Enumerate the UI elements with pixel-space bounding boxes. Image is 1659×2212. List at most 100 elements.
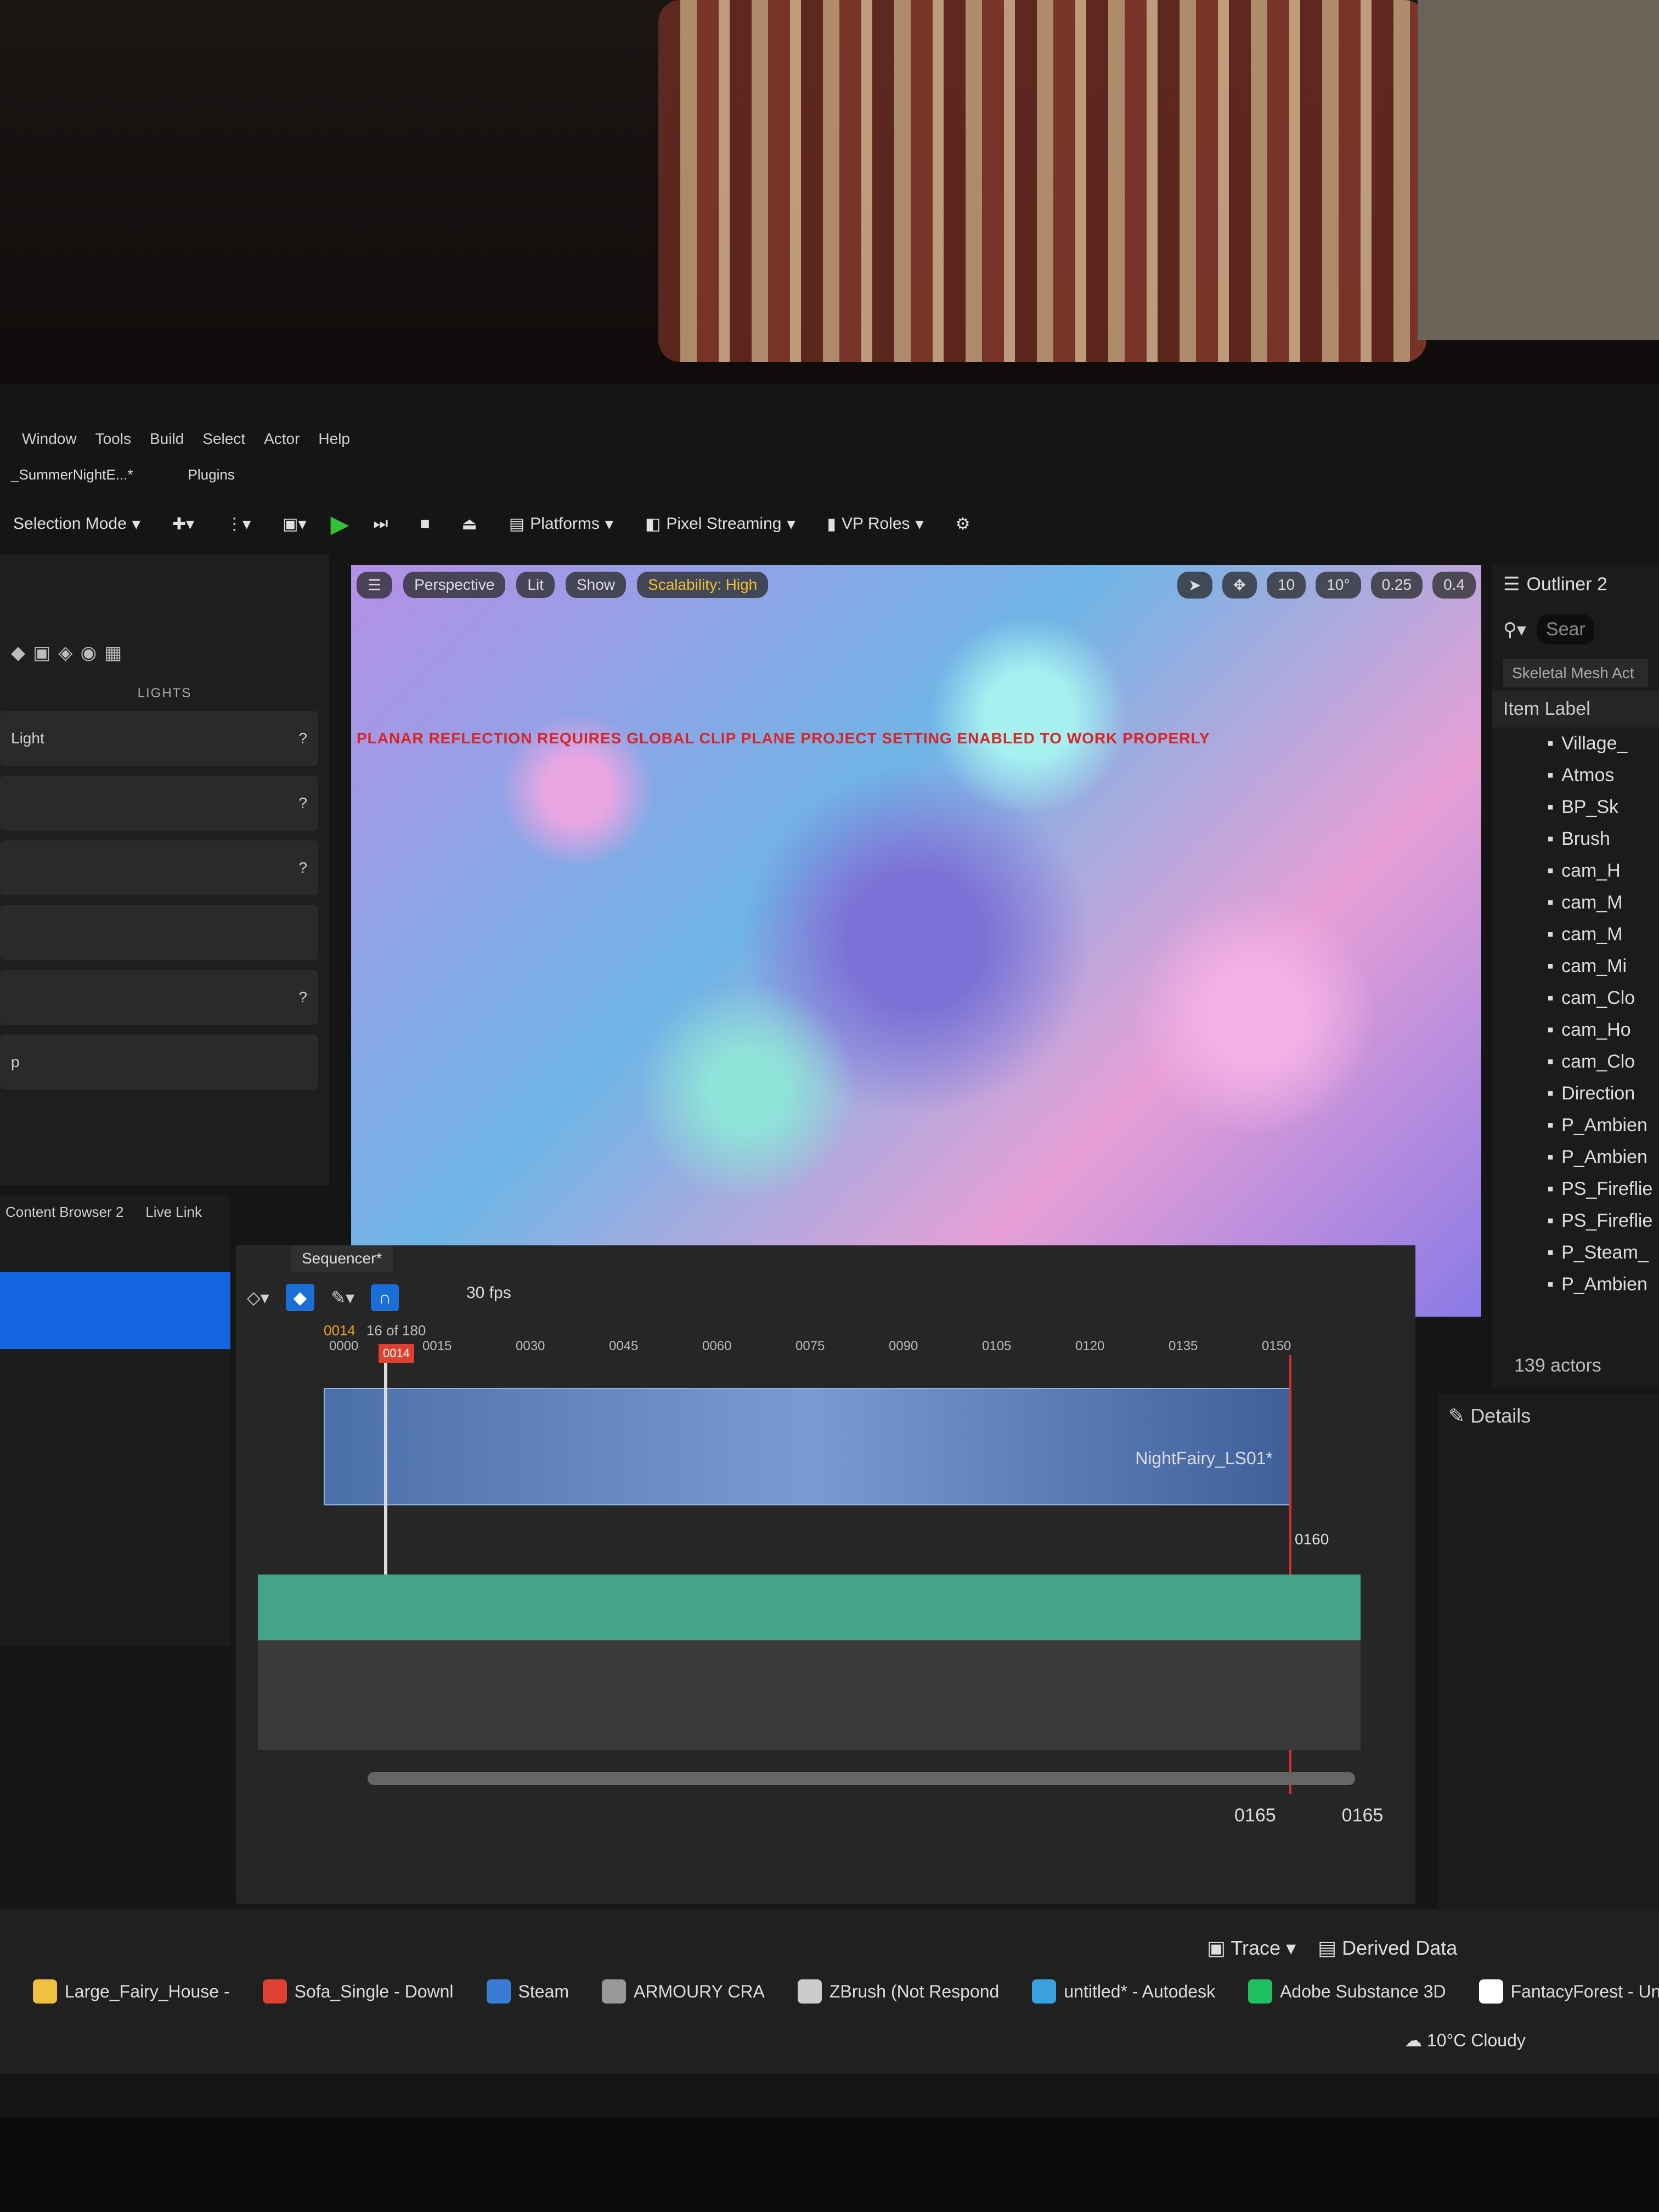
pixel-streaming-button[interactable]: ◧ Pixel Streaming ▾ xyxy=(637,510,803,538)
tab-row: _SummerNightE...* Plugins xyxy=(0,458,1659,491)
camera-speed[interactable]: 0.4 xyxy=(1432,571,1476,599)
trace-button[interactable]: ▣ Trace ▾ xyxy=(1207,1937,1296,1960)
help-icon[interactable]: ? xyxy=(298,859,307,877)
show-button[interactable]: Show xyxy=(565,572,627,598)
outliner-item[interactable]: ▪ cam_Clo xyxy=(1492,982,1659,1014)
outliner-item[interactable]: ▪ cam_M xyxy=(1492,887,1659,918)
outliner-item[interactable]: ▪ Direction xyxy=(1492,1077,1659,1109)
derived-data-button[interactable]: ▤ Derived Data xyxy=(1318,1937,1457,1960)
outliner-item[interactable]: ▪ PS_Fireflie xyxy=(1492,1205,1659,1237)
scalability-badge[interactable]: Scalability: High xyxy=(637,572,769,598)
tab-content-browser[interactable]: Content Browser 2 xyxy=(5,1204,123,1221)
outliner-item[interactable]: ▪ Atmos xyxy=(1492,759,1659,791)
pencil-icon[interactable]: ✎▾ xyxy=(331,1287,354,1308)
outliner-item[interactable]: ▪ cam_Ho xyxy=(1492,1014,1659,1046)
outliner-item-label: cam_Clo xyxy=(1561,1051,1635,1072)
filter-chip[interactable]: Skeletal Mesh Act xyxy=(1503,659,1648,687)
shape-tool-icon[interactable]: ▣ xyxy=(33,642,50,664)
taskbar-app[interactable]: FantacyForest - Unre xyxy=(1479,1979,1659,2004)
taskbar-app[interactable]: Adobe Substance 3D xyxy=(1248,1979,1446,2004)
outliner-item[interactable]: ▪ cam_H xyxy=(1492,855,1659,887)
light-row[interactable]: Light? xyxy=(0,711,318,766)
outliner-search-input[interactable]: Sear xyxy=(1537,614,1594,645)
eject-icon[interactable]: ⏏ xyxy=(454,510,485,538)
outliner-item[interactable]: ▪ P_Ambien xyxy=(1492,1141,1659,1173)
outliner-item[interactable]: ▪ cam_Mi xyxy=(1492,950,1659,982)
menu-select[interactable]: Select xyxy=(202,430,245,448)
timeline-tick: 0120 xyxy=(1075,1339,1105,1353)
visual-tool-icon[interactable]: ◉ xyxy=(80,642,97,664)
light-row[interactable]: p xyxy=(0,1035,318,1090)
menu-build[interactable]: Build xyxy=(150,430,184,448)
light-row[interactable]: ? xyxy=(0,970,318,1025)
select-icon[interactable]: ➤ xyxy=(1177,571,1212,599)
tab-level[interactable]: _SummerNightE...* xyxy=(0,462,144,488)
light-row[interactable]: ? xyxy=(0,840,318,895)
taskbar-app-label: Adobe Substance 3D xyxy=(1280,1981,1446,2001)
tab-plugins[interactable]: Plugins xyxy=(177,462,246,488)
add-actor-icon[interactable]: ✚▾ xyxy=(165,510,202,538)
outliner-item[interactable]: ▪ P_Ambien xyxy=(1492,1109,1659,1141)
help-icon[interactable]: ? xyxy=(298,989,307,1006)
help-icon[interactable]: ? xyxy=(298,794,307,812)
angle-snap[interactable]: 10° xyxy=(1316,571,1361,599)
help-icon[interactable]: ? xyxy=(298,730,307,747)
menu-help[interactable]: Help xyxy=(318,430,350,448)
settings-icon[interactable]: ⚙ xyxy=(948,510,978,538)
outliner-item[interactable]: ▪ Village_ xyxy=(1492,727,1659,759)
timeline-scrollbar[interactable] xyxy=(368,1772,1355,1785)
autokey-icon[interactable]: ◆ xyxy=(285,1284,315,1311)
step-icon[interactable]: ⏭ xyxy=(365,510,396,538)
tab-live-link[interactable]: Live Link xyxy=(145,1204,202,1221)
scale-snap[interactable]: 0.25 xyxy=(1370,571,1423,599)
grid-snap[interactable]: 10 xyxy=(1267,571,1306,599)
volume-tool-icon[interactable]: ▦ xyxy=(104,642,122,664)
taskbar-app[interactable]: Large_Fairy_House - xyxy=(33,1979,230,2004)
snap-icon[interactable]: ∩ xyxy=(371,1284,399,1311)
level-viewport[interactable]: ☰ Perspective Lit Show Scalability: High… xyxy=(351,565,1481,1317)
weather-temp: 10°C xyxy=(1426,2030,1466,2050)
light-tool-icon[interactable]: ◆ xyxy=(11,642,25,664)
weather-widget[interactable]: ☁ 10°C Cloudy xyxy=(1404,2030,1526,2051)
selected-track-row[interactable] xyxy=(0,1272,230,1349)
menu-actor[interactable]: Actor xyxy=(264,430,300,448)
outliner-item[interactable]: ▪ PS_Fireflie xyxy=(1492,1173,1659,1205)
taskbar-app[interactable]: ARMOURY CRA xyxy=(602,1979,765,2004)
selection-mode-dropdown[interactable]: Selection Mode ▾ xyxy=(5,510,148,538)
outliner-item[interactable]: ▪ Brush xyxy=(1492,823,1659,855)
translate-icon[interactable]: ✥ xyxy=(1222,571,1257,599)
key-icon[interactable]: ◇▾ xyxy=(247,1287,269,1308)
fps-dropdown[interactable]: 30 fps xyxy=(466,1284,511,1302)
outliner-item[interactable]: ▪ BP_Sk xyxy=(1492,791,1659,823)
taskbar-app[interactable]: Sofa_Single - Downl xyxy=(262,1979,454,2004)
sequencer-tab[interactable]: Sequencer* xyxy=(291,1245,393,1272)
lit-button[interactable]: Lit xyxy=(516,572,555,598)
light-row[interactable] xyxy=(0,905,318,960)
range-end[interactable]: 0165 xyxy=(1342,1805,1384,1826)
light-row[interactable]: ? xyxy=(0,776,318,831)
filter-icon[interactable]: ⚲▾ xyxy=(1503,619,1526,641)
menu-tools[interactable]: Tools xyxy=(95,430,131,448)
taskbar-app[interactable]: ZBrush (Not Respond xyxy=(797,1979,999,2004)
play-icon[interactable]: ▶ xyxy=(331,510,349,538)
outliner-item[interactable]: ▪ P_Steam_ xyxy=(1492,1237,1659,1268)
outliner-item[interactable]: ▪ cam_Clo xyxy=(1492,1046,1659,1077)
taskbar-app[interactable]: Steam xyxy=(486,1979,569,2004)
camera-cut-track[interactable] xyxy=(258,1575,1361,1640)
perspective-button[interactable]: Perspective xyxy=(403,572,506,598)
menu-window[interactable]: Window xyxy=(22,430,77,448)
viewport-menu-icon[interactable]: ☰ xyxy=(357,571,393,599)
outliner-item[interactable]: ▪ P_Ambien xyxy=(1492,1268,1659,1300)
item-label-column[interactable]: Item Label xyxy=(1492,691,1659,727)
taskbar-app[interactable]: untitled* - Autodesk xyxy=(1032,1979,1215,2004)
vp-roles-button[interactable]: ▮ VP Roles ▾ xyxy=(820,510,932,538)
stop-icon[interactable]: ■ xyxy=(412,510,437,538)
blueprint-icon[interactable]: ⋮▾ xyxy=(218,510,258,538)
outliner-item[interactable]: ▪ cam_M xyxy=(1492,918,1659,950)
timeline-ruler[interactable]: 0000 0015 0030 0045 0060 0075 0090 0105 0120 0135… xyxy=(329,1339,1372,1372)
basic-tool-icon[interactable]: ◈ xyxy=(58,642,72,664)
shot-clip[interactable] xyxy=(324,1388,1291,1505)
cinematics-icon[interactable]: ▣▾ xyxy=(275,510,314,538)
platforms-button[interactable]: ▤ Platforms ▾ xyxy=(501,510,621,538)
range-start[interactable]: 0165 xyxy=(1234,1805,1276,1826)
